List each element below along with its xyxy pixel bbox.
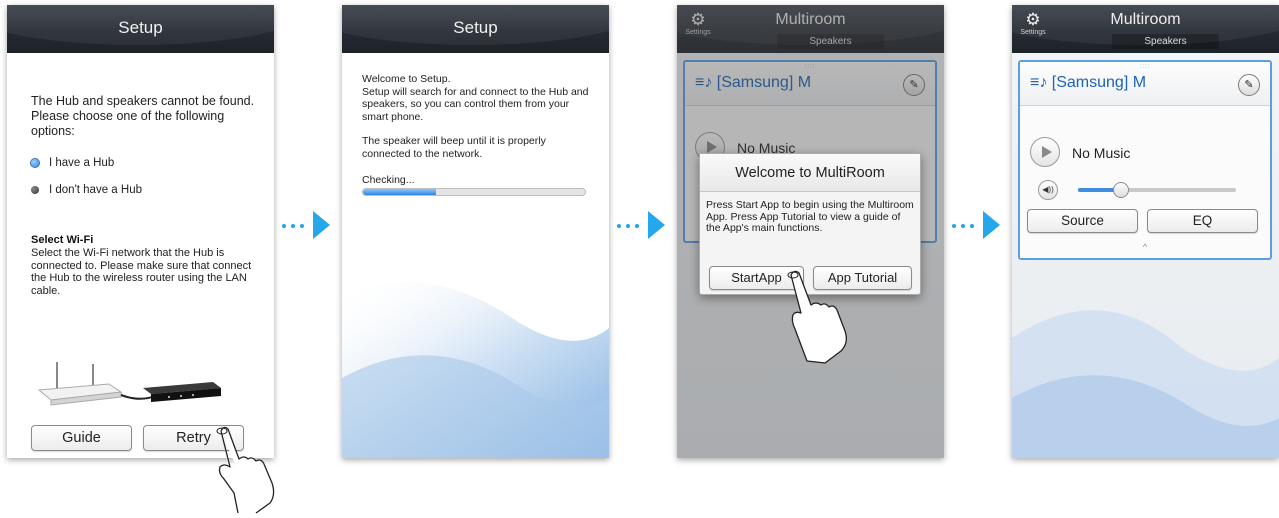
speaker-name: ≡♪ [Samsung] M: [1030, 74, 1147, 91]
tab-speakers[interactable]: Speakers: [1112, 34, 1219, 49]
screen-setup-not-found: Setup The Hub and speakers cannot be fou…: [7, 5, 274, 458]
dialog-body: Press Start App to begin using the Multi…: [706, 199, 914, 234]
hub-router-illustration: [37, 362, 221, 406]
volume-slider-knob[interactable]: [1112, 182, 1129, 198]
background-wave: [342, 282, 609, 458]
speaker-icon: ≡♪: [1030, 74, 1052, 91]
guide-button[interactable]: Guide: [31, 425, 132, 451]
volume-icon[interactable]: ◀)): [1038, 180, 1058, 200]
screen-setup-checking: Setup Welcome to Setup. Setup will searc…: [342, 5, 609, 458]
welcome-line: Welcome to Setup.: [362, 73, 451, 85]
eq-button[interactable]: EQ: [1147, 209, 1258, 233]
wifi-heading: Select Wi-Fi: [31, 234, 94, 246]
page-title: Setup: [453, 18, 498, 37]
arrow-right-icon: [617, 211, 665, 241]
background-wave: [1012, 310, 1279, 458]
checking-label: Checking...: [362, 174, 415, 186]
speaker-card[interactable]: :::: ≡♪ [Samsung] M ✎ No Music ◀)) Sourc…: [1018, 60, 1272, 260]
speaker-card-header: :::: ≡♪ [Samsung] M ✎: [1020, 62, 1270, 106]
play-icon[interactable]: [1030, 137, 1060, 167]
welcome-message: Welcome to Setup. Setup will search for …: [362, 73, 597, 160]
settings-label: Settings: [1020, 29, 1046, 36]
page-title: Multiroom: [1110, 11, 1181, 28]
pointing-hand-icon: [787, 270, 847, 364]
chevron-up-icon[interactable]: ^: [1020, 242, 1270, 252]
title-bar: Setup: [7, 5, 274, 53]
page-title: Setup: [118, 18, 163, 37]
wifi-description: Select the Wi-Fi network that the Hub is…: [31, 247, 252, 297]
welcome-desc: Setup will search for and connect to the…: [362, 85, 589, 123]
arrow-right-icon: [282, 211, 330, 241]
edit-pencil-icon[interactable]: ✎: [1238, 74, 1260, 96]
error-message: The Hub and speakers cannot be found. Pl…: [31, 94, 255, 138]
progress-bar: [362, 188, 586, 196]
option-no-hub[interactable]: I don't have a Hub: [31, 184, 142, 196]
drag-handle[interactable]: ::::: [1020, 64, 1270, 70]
option-label: I have a Hub: [49, 157, 115, 169]
radio-unselected-icon: [31, 186, 39, 194]
dialog-title: Welcome to MultiRoom: [700, 154, 920, 192]
arrow-right-icon: [952, 211, 1000, 241]
option-label: I don't have a Hub: [49, 184, 142, 196]
source-button[interactable]: Source: [1027, 209, 1138, 233]
progress-fill: [363, 189, 437, 195]
screen-multiroom-welcome: ⚙ Settings Multiroom Speakers :::: ≡♪ [S…: [677, 5, 944, 458]
screen-multiroom-speakers: ⚙ Settings Multiroom Speakers :::: ≡♪ [S…: [1012, 5, 1279, 458]
title-bar: Setup: [342, 5, 609, 53]
now-playing: No Music: [1072, 145, 1131, 161]
beep-note: The speaker will beep until it is proper…: [362, 135, 546, 160]
pointing-hand-icon: [216, 426, 275, 514]
option-have-hub[interactable]: I have a Hub: [31, 157, 114, 169]
title-bar: ⚙ Settings Multiroom Speakers: [1012, 5, 1279, 53]
radio-selected-icon: [31, 159, 39, 167]
